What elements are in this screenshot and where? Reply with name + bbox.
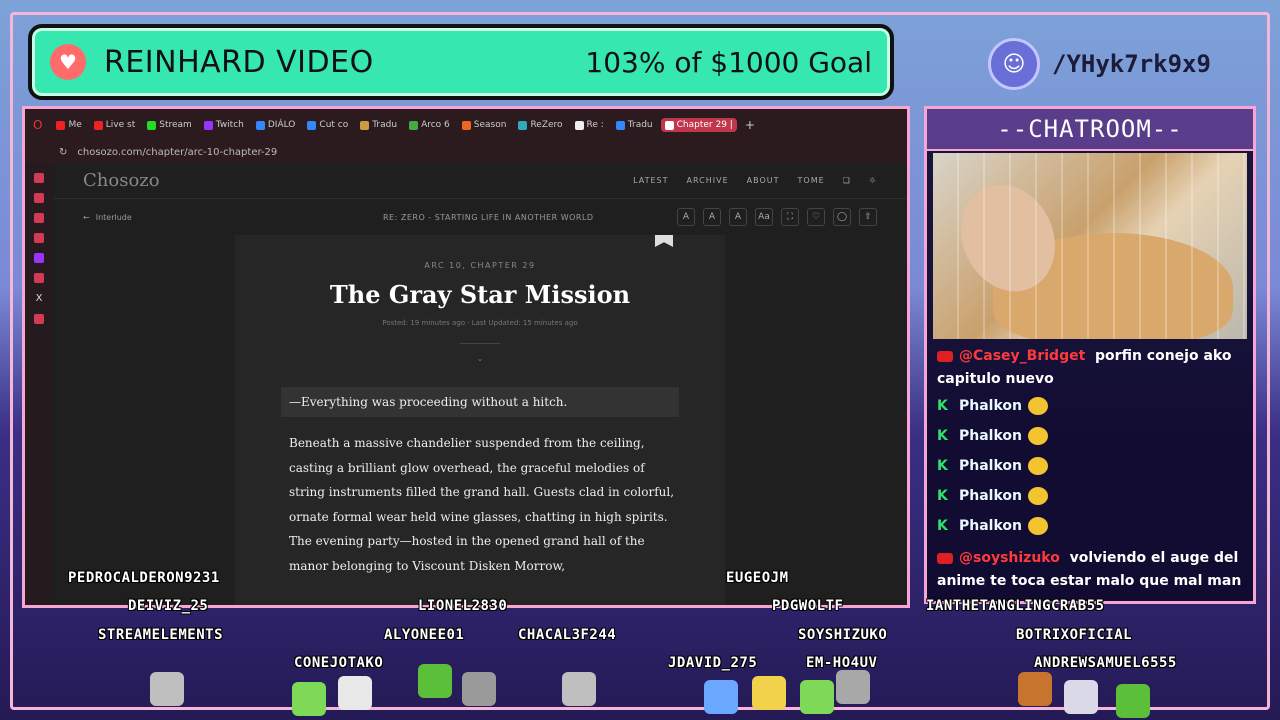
donation-goal-bar: ♥ REINHARD VIDEO 103% of $1000 Goal <box>28 24 894 100</box>
nav-archive[interactable]: ARCHIVE <box>687 176 729 185</box>
reader-tools: A A A Aa ⛶ ♡ ◯ ⇧ <box>677 208 877 226</box>
highlighted-paragraph[interactable]: —Everything was proceeding without a hit… <box>281 387 679 417</box>
kick-icon: K <box>937 428 948 444</box>
sidebar-icon[interactable] <box>34 173 44 183</box>
nav-tome[interactable]: TOME <box>798 176 825 185</box>
chat-username: Phalkon <box>959 398 1022 414</box>
tab[interactable]: Season <box>458 118 511 132</box>
reload-icon[interactable]: ↻ <box>59 147 67 158</box>
tab[interactable]: DIÁLO <box>252 118 300 132</box>
sidebar-icon[interactable] <box>34 273 44 283</box>
chat-message: @Casey_Bridget porfin conejo ako capitul… <box>927 339 1253 391</box>
site-logo[interactable]: Chosozo <box>83 170 633 191</box>
site-nav: LATEST ARCHIVE ABOUT TOME ❏ ☼ <box>633 176 877 185</box>
new-tab-icon[interactable]: + <box>745 118 755 132</box>
twitch-icon[interactable] <box>34 253 44 263</box>
web-page: Chosozo LATEST ARCHIVE ABOUT TOME ❏ ☼ ← I… <box>53 163 907 605</box>
bookmark-icon[interactable]: ❏ <box>843 176 851 185</box>
chat-message: K Phalkon <box>927 421 1253 451</box>
chat-username: @Casey_Bridget <box>959 348 1086 364</box>
back-link[interactable]: ← Interlude <box>83 213 383 222</box>
nav-latest[interactable]: LATEST <box>633 176 668 185</box>
sidebar-icon[interactable] <box>34 193 44 203</box>
goal-amount: 103% of $1000 Goal <box>585 45 872 79</box>
arrow-left-icon: ← <box>83 212 90 222</box>
discord-widget: ☺ /YHyk7rk9x9 <box>988 38 1211 90</box>
heart-icon[interactable]: ♡ <box>807 208 825 226</box>
font-family-button[interactable]: Aa <box>755 208 773 226</box>
emote-icon <box>1028 487 1048 505</box>
font-large-button[interactable]: A <box>729 208 747 226</box>
chat-username: Phalkon <box>959 518 1022 534</box>
site-header: Chosozo LATEST ARCHIVE ABOUT TOME ❏ ☼ <box>53 163 907 199</box>
chat-username: Phalkon <box>959 488 1022 504</box>
youtube-icon <box>937 350 953 362</box>
nav-about[interactable]: ABOUT <box>747 176 780 185</box>
chapter-title: The Gray Star Mission <box>329 280 631 309</box>
chat-message: K Phalkon <box>927 391 1253 421</box>
tab[interactable]: Tradu <box>356 118 401 132</box>
paragraph: Beneath a massive chandelier suspended f… <box>289 436 675 573</box>
chapter-number: ARC 10, CHAPTER 29 <box>424 261 536 270</box>
youtube-icon <box>937 552 953 564</box>
series-title: RE: ZERO - STARTING LIFE IN ANOTHER WORL… <box>383 212 594 222</box>
tab-active[interactable]: Chapter 29 | <box>660 118 737 132</box>
emote-icon <box>1028 517 1048 535</box>
tab-bar: O Me Live st Stream Twitch DIÁLO Cut co … <box>25 109 907 141</box>
comment-icon[interactable]: ◯ <box>833 208 851 226</box>
heart-icon: ♥ <box>50 44 86 80</box>
chat-message: @soyshizuko volviendo el auge del anime … <box>927 541 1253 593</box>
discord-icon: ☺ <box>988 38 1040 90</box>
tab[interactable]: Live st <box>90 118 139 132</box>
bookmark-ribbon-icon[interactable] <box>655 235 673 247</box>
theme-toggle-icon[interactable]: ☼ <box>869 176 877 185</box>
chevron-down-icon[interactable]: ⌄ <box>235 354 725 363</box>
emote-icon <box>1028 397 1048 415</box>
font-small-button[interactable]: A <box>677 208 695 226</box>
tab[interactable]: Cut co <box>303 118 352 132</box>
webcam-feed <box>933 153 1247 339</box>
chat-message: K Phalkon <box>927 511 1253 541</box>
tab[interactable]: ReZero <box>514 118 566 132</box>
tab[interactable]: Twitch <box>200 118 248 132</box>
share-icon[interactable]: ⇧ <box>859 208 877 226</box>
goal-title: REINHARD VIDEO <box>104 44 374 80</box>
kick-icon: K <box>937 518 948 534</box>
chat-username: Phalkon <box>959 458 1022 474</box>
kick-icon: K <box>937 458 948 474</box>
kick-icon: K <box>937 488 948 504</box>
chatroom-panel: --CHATROOM-- @Casey_Bridget porfin conej… <box>924 106 1256 604</box>
chat-username: Phalkon <box>959 428 1022 444</box>
chatroom-title: --CHATROOM-- <box>927 109 1253 151</box>
tab[interactable]: Re : <box>571 118 608 132</box>
divider <box>460 343 500 344</box>
font-medium-button[interactable]: A <box>703 208 721 226</box>
tab[interactable]: Tradu <box>612 118 657 132</box>
x-icon[interactable]: X <box>36 293 43 304</box>
post-meta: Posted: 19 minutes ago · Last Updated: 1… <box>382 319 578 327</box>
sidebar-icon[interactable] <box>34 233 44 243</box>
browser-window: O Me Live st Stream Twitch DIÁLO Cut co … <box>22 106 910 608</box>
sidebar-icon[interactable] <box>34 213 44 223</box>
reader-toolbar: ← Interlude RE: ZERO - STARTING LIFE IN A… <box>53 199 907 235</box>
emote-icon <box>1028 427 1048 445</box>
chat-username: @soyshizuko <box>959 550 1060 566</box>
kick-icon: K <box>937 398 948 414</box>
article-content: ARC 10, CHAPTER 29 The Gray Star Mission… <box>235 235 725 605</box>
emote-icon <box>1028 457 1048 475</box>
discord-handle: /YHyk7rk9x9 <box>1052 50 1211 78</box>
url-field[interactable]: chosozo.com/chapter/arc-10-chapter-29 <box>77 147 907 158</box>
browser-sidebar: X <box>25 163 53 605</box>
chat-message: K Phalkon <box>927 451 1253 481</box>
sidebar-icon[interactable] <box>34 314 44 324</box>
chat-message: K Phalkon <box>927 481 1253 511</box>
tab[interactable]: Arco 6 <box>405 118 454 132</box>
opera-icon[interactable]: O <box>33 118 42 132</box>
tab[interactable]: Stream <box>143 118 196 132</box>
address-bar: ↻ chosozo.com/chapter/arc-10-chapter-29 <box>25 141 907 163</box>
fullscreen-icon[interactable]: ⛶ <box>781 208 799 226</box>
tab[interactable]: Me <box>52 118 85 132</box>
